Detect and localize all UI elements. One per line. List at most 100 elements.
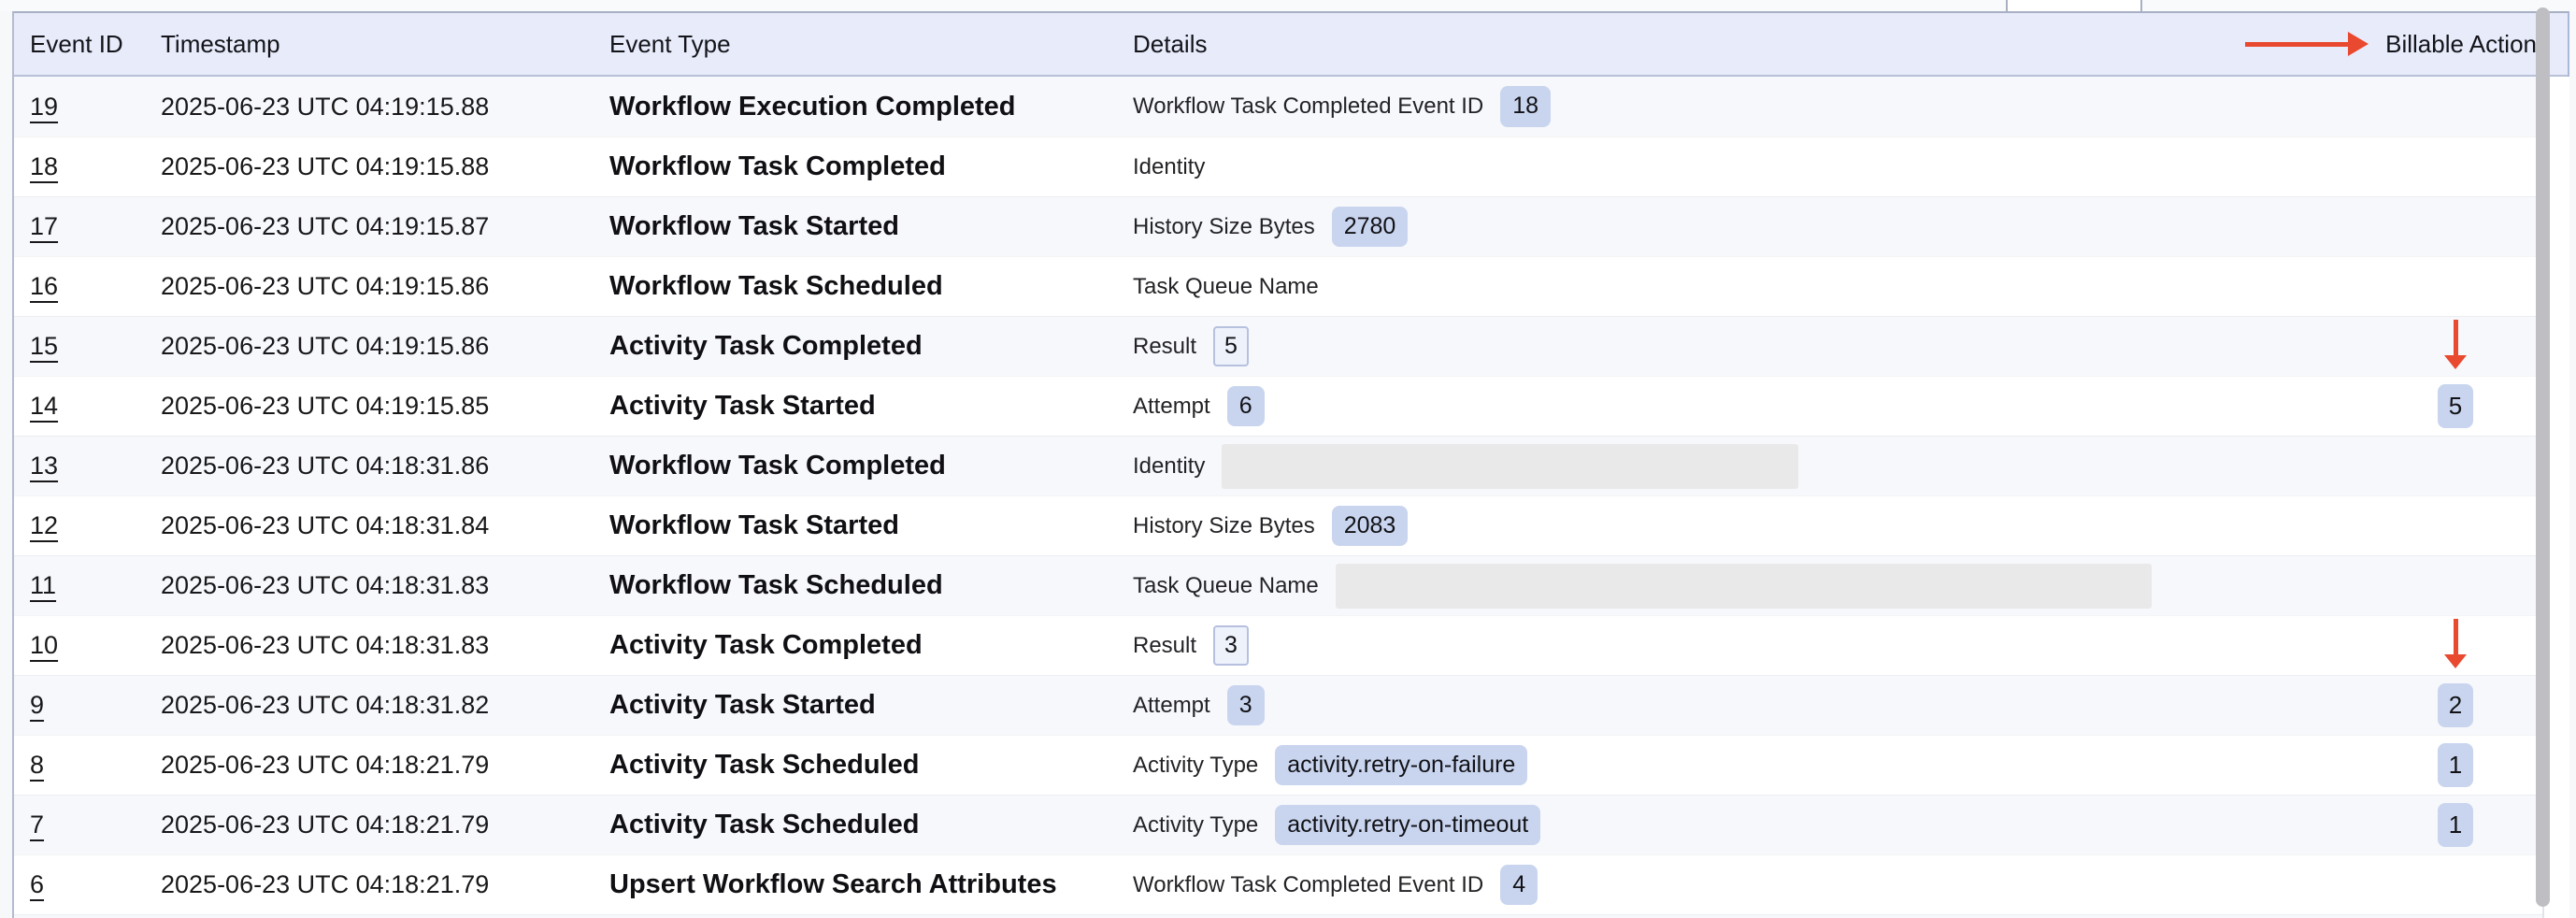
detail-label: Attempt <box>1133 394 1210 420</box>
billable-count-badge: 1 <box>2438 803 2473 847</box>
detail-value-badge: 6 <box>1227 386 1265 427</box>
details-cell: Task Queue Name <box>1133 564 2343 609</box>
details-cell: Attempt 6 <box>1133 386 2343 427</box>
timestamp-cell: 2025-06-23 UTC 04:19:15.87 <box>161 212 609 241</box>
billable-actions-cell <box>2343 77 2568 136</box>
detail-label: Task Queue Name <box>1133 274 1319 300</box>
details-cell: Identity <box>1133 154 2343 180</box>
event-type-cell: Workflow Task Scheduled <box>609 570 1133 601</box>
detail-label: Workflow Task Completed Event ID <box>1133 872 1483 898</box>
timestamp-cell: 2025-06-23 UTC 04:18:21.79 <box>161 810 609 839</box>
timestamp-cell: 2025-06-23 UTC 04:19:15.88 <box>161 152 609 181</box>
event-type-cell: Activity Task Started <box>609 690 1133 721</box>
detail-label: Task Queue Name <box>1133 573 1319 599</box>
redacted-value-block <box>1222 444 1798 489</box>
event-type-cell: Activity Task Completed <box>609 331 1133 362</box>
event-id-cell: 12 <box>30 511 161 540</box>
table-row[interactable]: 15 2025-06-23 UTC 04:19:15.86Activity Tas… <box>14 316 2568 376</box>
table-row[interactable]: 132025-06-23 UTC 04:18:31.86Workflow Tas… <box>14 436 2568 495</box>
billable-count-badge: 5 <box>2438 384 2473 428</box>
event-type-cell: Workflow Execution Completed <box>609 92 1133 122</box>
event-id-link[interactable]: 17 <box>30 212 58 240</box>
detail-label: Identity <box>1133 154 1205 180</box>
detail-label: Activity Type <box>1133 753 1258 779</box>
details-cell: Attempt3 <box>1133 685 2343 726</box>
table-row[interactable]: 172025-06-23 UTC 04:19:15.87Workflow Tas… <box>14 196 2568 256</box>
timestamp-cell: 2025-06-23 UTC 04:18:21.79 <box>161 870 609 899</box>
column-header-billable-actions-label: Billable Actions <box>2385 30 2549 59</box>
scrollbar-thumb[interactable] <box>2536 7 2550 907</box>
timestamp-cell: 2025-06-23 UTC 04:18:21.79 <box>161 751 609 780</box>
table-row[interactable]: 11 2025-06-23 UTC 04:18:31.83Workflow Tas… <box>14 555 2568 615</box>
event-id-link[interactable]: 19 <box>30 93 58 121</box>
detail-label: Result <box>1133 334 1196 360</box>
details-cell: Result5 <box>1133 326 2343 367</box>
event-type-cell: Upsert Workflow Search Attributes <box>609 869 1133 900</box>
event-id-link[interactable]: 10 <box>30 631 58 659</box>
billable-actions-cell <box>2343 556 2568 615</box>
table-row-partial <box>14 914 2568 918</box>
table-row[interactable]: 72025-06-23 UTC 04:18:21.79Activity Task… <box>14 795 2568 854</box>
billable-actions-cell <box>2343 496 2568 555</box>
billable-actions-cell <box>2343 137 2568 196</box>
event-type-cell: Workflow Task Started <box>609 510 1133 541</box>
timestamp-cell: 2025-06-23 UTC 04:19:15.85 <box>161 392 609 421</box>
table-body: 192025-06-23 UTC 04:19:15.88Workflow Exe… <box>14 77 2568 918</box>
event-id-link[interactable]: 8 <box>30 751 44 779</box>
detail-value-badge: activity.retry-on-timeout <box>1275 805 1540 846</box>
billable-actions-cell <box>2343 437 2568 495</box>
timestamp-cell: 2025-06-23 UTC 04:18:31.83 <box>161 631 609 660</box>
column-header-details: Details <box>1133 30 2343 59</box>
details-cell: Activity Typeactivity.retry-on-timeout <box>1133 805 2343 846</box>
timestamp-cell: 2025-06-23 UTC 04:18:31.83 <box>161 571 609 600</box>
event-id-link[interactable]: 14 <box>30 392 58 420</box>
table-row[interactable]: 182025-06-23 UTC 04:19:15.88Workflow Tas… <box>14 136 2568 196</box>
top-strip <box>0 0 2576 11</box>
details-cell: Workflow Task Completed Event ID4 <box>1133 865 2343 906</box>
detail-value-badge: 2083 <box>1332 506 1409 547</box>
column-header-timestamp: Timestamp <box>161 30 609 59</box>
details-cell: Result3 <box>1133 625 2343 667</box>
event-id-link[interactable]: 7 <box>30 810 44 839</box>
billable-actions-cell <box>2343 257 2568 316</box>
timestamp-cell: 2025-06-23 UTC 04:19:15.86 <box>161 332 609 361</box>
column-header-billable-actions: Billable Actions <box>2343 30 2568 59</box>
event-type-cell: Activity Task Scheduled <box>609 750 1133 781</box>
table-row[interactable]: 102025-06-23 UTC 04:18:31.83Activity Tas… <box>14 615 2568 675</box>
event-id-link[interactable]: 9 <box>30 691 44 719</box>
timestamp-cell: 2025-06-23 UTC 04:18:31.82 <box>161 691 609 720</box>
table-row[interactable]: 6 2025-06-23 UTC 04:18:21.79Upsert Workfl… <box>14 854 2568 914</box>
table-row[interactable]: 122025-06-23 UTC 04:18:31.84Workflow Tas… <box>14 495 2568 555</box>
event-id-cell: 18 <box>30 152 161 181</box>
billable-actions-cell <box>2343 197 2568 256</box>
table-row[interactable]: 192025-06-23 UTC 04:19:15.88Workflow Exe… <box>14 77 2568 136</box>
event-id-link[interactable]: 6 <box>30 870 44 898</box>
timestamp-cell: 2025-06-23 UTC 04:19:15.86 <box>161 272 609 301</box>
detail-label: Attempt <box>1133 693 1210 719</box>
billable-count-badge: 1 <box>2438 743 2473 787</box>
event-id-link[interactable]: 18 <box>30 152 58 180</box>
history-events-screen: Event ID Timestamp Event Type Details Bi… <box>0 0 2576 918</box>
detail-label: History Size Bytes <box>1133 513 1315 539</box>
table-row[interactable]: 142025-06-23 UTC 04:19:15.85Activity Tas… <box>14 376 2568 436</box>
event-id-link[interactable]: 15 <box>30 332 58 360</box>
detail-label: History Size Bytes <box>1133 214 1315 240</box>
event-type-cell: Workflow Task Scheduled <box>609 271 1133 302</box>
billable-actions-cell <box>2343 855 2568 914</box>
billable-actions-cell: 2 <box>2343 676 2568 735</box>
table-row[interactable]: 8 2025-06-23 UTC 04:18:21.79Activity Task… <box>14 735 2568 795</box>
event-id-link[interactable]: 16 <box>30 272 58 300</box>
event-id-cell: 10 <box>30 631 161 660</box>
column-header-event-id: Event ID <box>30 30 161 59</box>
event-id-cell: 9 <box>30 691 161 720</box>
event-id-cell: 16 <box>30 272 161 301</box>
table-row[interactable]: 9 2025-06-23 UTC 04:18:31.82Activity Task… <box>14 675 2568 735</box>
table-header-row: Event ID Timestamp Event Type Details Bi… <box>14 13 2568 77</box>
column-header-event-type: Event Type <box>609 30 1133 59</box>
event-id-link[interactable]: 12 <box>30 511 58 539</box>
timestamp-cell: 2025-06-23 UTC 04:18:31.86 <box>161 452 609 481</box>
detail-value-badge: 18 <box>1500 86 1551 127</box>
event-id-link[interactable]: 11 <box>30 571 56 599</box>
table-row[interactable]: 16 2025-06-23 UTC 04:19:15.86Workflow Tas… <box>14 256 2568 316</box>
event-id-link[interactable]: 13 <box>30 452 58 480</box>
